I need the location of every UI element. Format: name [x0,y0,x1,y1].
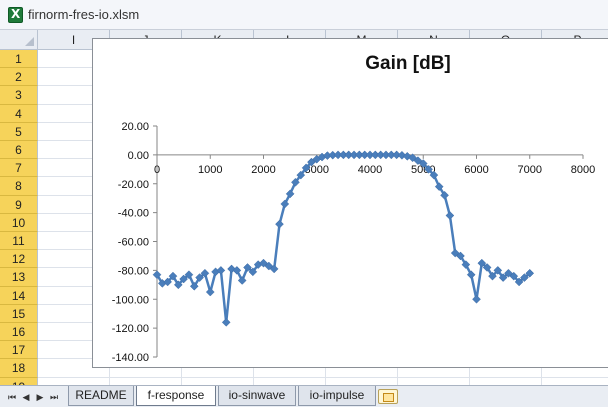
row-header-18[interactable]: 18 [0,359,38,378]
prev-sheet-icon[interactable]: ◀ [20,390,32,404]
y-tick-label: -140.00 [112,352,149,364]
row-header-1[interactable]: 1 [0,50,38,69]
last-sheet-icon[interactable]: ⏭ [48,390,60,404]
row-header-19[interactable]: 19 [0,377,38,385]
x-tick-label: 7000 [518,164,542,176]
row-header-10[interactable]: 10 [0,213,38,232]
row-header-5[interactable]: 5 [0,122,38,141]
y-tick-label: 0.00 [128,150,149,162]
grid-row-line [38,376,608,378]
tab-readme[interactable]: README [68,386,134,406]
data-point [275,219,284,229]
data-point [445,211,455,220]
series-line [155,153,531,324]
insert-sheet-icon[interactable] [378,389,398,404]
window-title-bar: firnorm-fres-io.xlsm [0,0,608,30]
row-header-2[interactable]: 2 [0,68,38,87]
row-header-16[interactable]: 16 [0,323,38,342]
excel-file-icon [8,7,23,23]
row-header-12[interactable]: 12 [0,250,38,269]
tab-io-sinwave[interactable]: io-sinwave [218,386,296,406]
gain-chart[interactable]: 20.00 0.00 -20.00 -40.00 -60.00 -80.00 -100.00… [92,38,608,368]
sheet-tab-bar: ⏮ ◀ ▶ ⏭ README f-response io-sinwave io-… [0,385,608,407]
y-tick-label: -40.00 [118,208,149,220]
y-tick-label: 20.00 [121,121,149,133]
x-tick-label: 2000 [251,164,275,176]
row-header-17[interactable]: 17 [0,341,38,360]
data-point [472,294,481,304]
row-header-9[interactable]: 9 [0,195,38,214]
row-header-13[interactable]: 13 [0,268,38,287]
row-header-3[interactable]: 3 [0,86,38,105]
tab-f-response[interactable]: f-response [136,386,216,406]
x-tick-label: 1000 [198,164,222,176]
tab-io-impulse[interactable]: io-impulse [298,386,376,406]
row-header-11[interactable]: 11 [0,232,38,251]
row-header-7[interactable]: 7 [0,159,38,178]
data-point [221,317,231,327]
file-name: firnorm-fres-io.xlsm [28,7,140,22]
chart-title: Gain [dB] [365,53,451,74]
x-tick-label: 6000 [464,164,488,176]
y-tick-label: -80.00 [118,265,149,277]
first-sheet-icon[interactable]: ⏮ [6,390,18,404]
x-tick-label: 8000 [571,164,595,176]
row-header-8[interactable]: 8 [0,177,38,196]
row-header-6[interactable]: 6 [0,141,38,160]
row-header-15[interactable]: 15 [0,304,38,323]
select-all-corner[interactable] [0,30,38,50]
y-tick-label: -60.00 [118,237,149,249]
x-tick-label: 4000 [358,164,382,176]
y-tick-label: -100.00 [112,294,149,306]
row-header-4[interactable]: 4 [0,104,38,123]
data-point [205,287,215,297]
gain-chart-svg: 20.00 0.00 -20.00 -40.00 -60.00 -80.00 -100.00… [112,121,596,364]
next-sheet-icon[interactable]: ▶ [34,390,46,404]
y-tick-label: -120.00 [112,323,149,335]
x-tick-label: 0 [154,164,160,176]
y-tick-label: -20.00 [118,179,149,191]
row-header-14[interactable]: 14 [0,286,38,305]
